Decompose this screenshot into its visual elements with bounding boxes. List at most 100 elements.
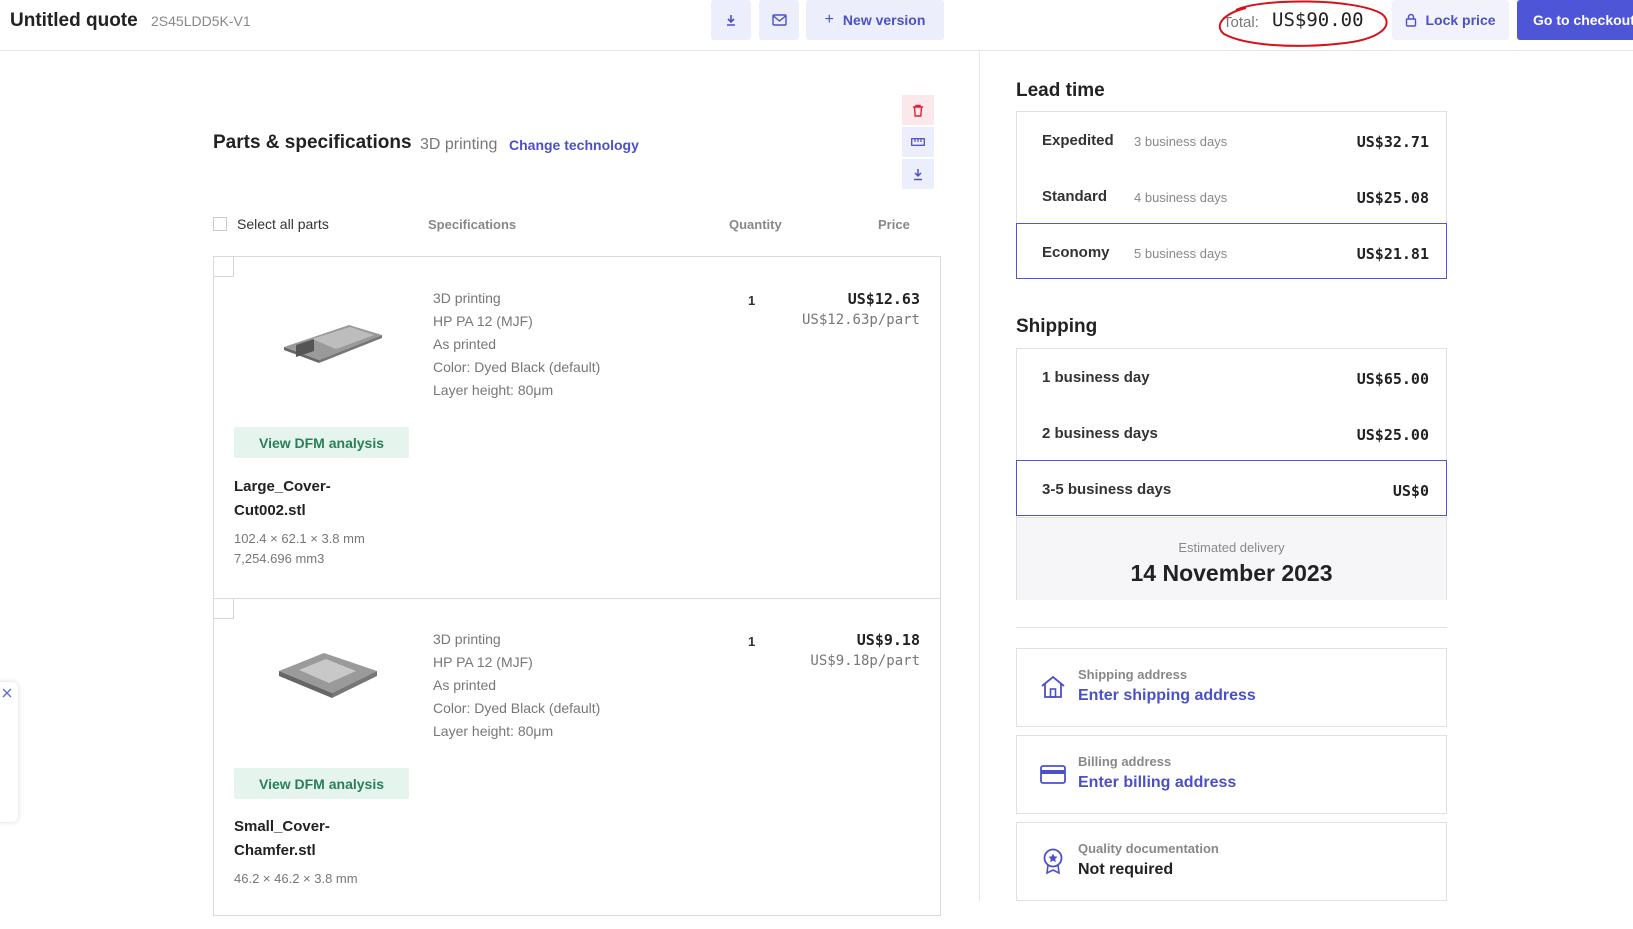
estimated-delivery: Estimated delivery 14 November 2023 (1017, 517, 1446, 600)
shipping-options: 1 business day US$65.00 2 business days … (1016, 348, 1447, 600)
quality-documentation-label: Quality documentation (1078, 841, 1219, 856)
change-technology-link[interactable]: Change technology (509, 137, 639, 153)
billing-address-card[interactable]: Billing address Enter billing address (1016, 735, 1447, 814)
top-bar: Untitled quote 2S45LDD5K-V1 + New versio… (0, 0, 1633, 51)
delete-parts-button[interactable] (902, 95, 934, 125)
parts-list: View DFM analysis Large_Cover-Cut002.stl… (213, 256, 941, 916)
spec-process: 3D printing (433, 631, 501, 647)
download-quote-button[interactable] (711, 0, 751, 40)
part-price: US$9.18 (856, 631, 920, 649)
spec-material: HP PA 12 (MJF) (433, 313, 533, 329)
enter-shipping-address-link[interactable]: Enter shipping address (1078, 687, 1256, 705)
shipping-address-card[interactable]: Shipping address Enter shipping address (1016, 648, 1447, 727)
option-days: 3 business days (1134, 134, 1228, 149)
checkout-button[interactable]: Go to checkout (1517, 0, 1633, 40)
spec-layer-height: Layer height: 80μm (433, 723, 554, 739)
checkout-label: Go to checkout (1533, 12, 1633, 28)
feedback-tab[interactable] (0, 682, 18, 822)
option-name: Standard (1042, 188, 1108, 205)
option-price: US$25.00 (1356, 426, 1429, 444)
measure-parts-button[interactable] (902, 127, 934, 157)
part-checkbox[interactable] (214, 257, 234, 277)
select-all-checkbox[interactable] (213, 217, 227, 231)
trash-icon (913, 104, 923, 117)
estimated-delivery-label: Estimated delivery (1178, 540, 1285, 555)
option-name: 1 business day (1042, 369, 1150, 386)
shipping-option-3-5-days[interactable]: 3-5 business days US$0 (1016, 460, 1447, 516)
page-title: Untitled quote (10, 10, 138, 31)
part-row: View DFM analysis Small_Cover-Chamfer.st… (214, 598, 940, 929)
billing-address-label: Billing address (1078, 754, 1172, 769)
spec-material: HP PA 12 (MJF) (433, 654, 533, 670)
total-value: US$90.00 (1272, 9, 1364, 31)
lead-time-option-economy[interactable]: Economy 5 business days US$21.81 (1016, 223, 1447, 279)
technology-label: 3D printing (420, 136, 498, 153)
close-icon[interactable] (2, 688, 12, 698)
enter-billing-address-link[interactable]: Enter billing address (1078, 774, 1236, 792)
part-thumbnail (279, 653, 377, 698)
new-version-button[interactable]: + New version (806, 0, 944, 40)
part-thumbnail (284, 325, 382, 363)
part-dimensions: 46.2 × 46.2 × 3.8 mm (234, 871, 358, 886)
total-label: Total: (1223, 14, 1259, 31)
part-file-name: Small_Cover-Chamfer.stl (234, 818, 330, 859)
lock-icon (1406, 13, 1417, 27)
download-icon (914, 168, 922, 180)
shipping-address-label: Shipping address (1078, 667, 1188, 682)
home-icon (1041, 675, 1065, 698)
option-price: US$0 (1392, 482, 1429, 500)
spec-color: Color: Dyed Black (default) (433, 359, 601, 375)
part-quantity[interactable]: 1 (748, 293, 755, 308)
spec-layer-height: Layer height: 80μm (433, 382, 554, 398)
section-divider (1016, 627, 1447, 628)
lock-price-label: Lock price (1425, 12, 1496, 28)
option-name: Economy (1042, 244, 1110, 261)
option-days: 4 business days (1134, 190, 1228, 205)
email-quote-button[interactable] (759, 0, 799, 40)
shipping-option-1-day[interactable]: 1 business day US$65.00 (1017, 349, 1446, 405)
col-price: Price (878, 217, 910, 232)
panel-divider (979, 51, 980, 901)
quality-documentation-card[interactable]: Quality documentation Not required (1016, 822, 1447, 901)
lead-time-option-standard[interactable]: Standard 4 business days US$25.08 (1017, 168, 1446, 224)
select-all-label: Select all parts (237, 216, 329, 232)
quality-documentation-value: Not required (1078, 861, 1174, 878)
option-price: US$21.81 (1356, 245, 1429, 263)
option-name: 3-5 business days (1042, 481, 1172, 498)
award-icon (1043, 848, 1063, 875)
lead-time-option-expedited[interactable]: Expedited 3 business days US$32.71 (1017, 112, 1446, 168)
option-price: US$65.00 (1356, 370, 1429, 388)
spec-color: Color: Dyed Black (default) (433, 700, 601, 716)
download-parts-button[interactable] (902, 159, 934, 189)
spec-process: 3D printing (433, 290, 501, 306)
quote-id: 2S45LDD5K-V1 (151, 13, 251, 29)
view-dfm-button[interactable]: View DFM analysis (234, 768, 409, 799)
estimated-delivery-date: 14 November 2023 (1130, 560, 1333, 586)
select-all-parts[interactable]: Select all parts (213, 216, 329, 232)
part-file-name: Large_Cover-Cut002.stl (234, 478, 331, 519)
part-row: View DFM analysis Large_Cover-Cut002.stl… (214, 257, 940, 598)
view-dfm-button[interactable]: View DFM analysis (234, 427, 409, 458)
part-quantity[interactable]: 1 (748, 634, 755, 649)
option-days: 5 business days (1134, 246, 1228, 261)
lead-time-options: Expedited 3 business days US$32.71 Stand… (1016, 111, 1447, 279)
part-volume: 7,254.696 mm3 (234, 551, 325, 566)
part-price: US$12.63 (847, 290, 920, 308)
option-price: US$32.71 (1356, 133, 1429, 151)
credit-card-icon (1040, 765, 1066, 784)
lead-time-title: Lead time (1016, 80, 1105, 101)
part-checkbox[interactable] (214, 599, 234, 619)
lock-price-button[interactable]: Lock price (1392, 0, 1509, 40)
spec-finish: As printed (433, 336, 497, 352)
plus-icon: + (824, 11, 834, 28)
option-name: Expedited (1042, 132, 1114, 149)
spec-finish: As printed (433, 677, 497, 693)
part-dimensions: 102.4 × 62.1 × 3.8 mm (234, 531, 365, 546)
option-price: US$25.08 (1356, 189, 1429, 207)
part-unit-price: US$12.63p/part (801, 312, 920, 328)
parts-title: Parts & specifications (213, 132, 412, 153)
shipping-option-2-days[interactable]: 2 business days US$25.00 (1017, 405, 1446, 461)
shipping-title: Shipping (1016, 316, 1098, 337)
download-icon (727, 15, 735, 26)
part-unit-price: US$9.18p/part (810, 653, 920, 669)
